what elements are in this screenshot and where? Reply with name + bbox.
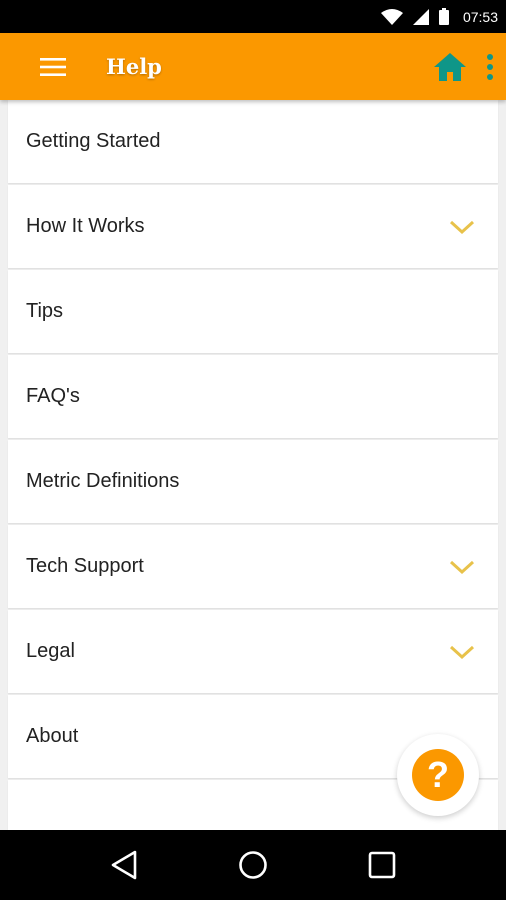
chevron-down-icon[interactable] (448, 557, 476, 577)
list-item-legal[interactable]: Legal (8, 610, 498, 693)
hamburger-menu-button[interactable] (28, 42, 78, 92)
home-circle-icon (239, 851, 267, 879)
list-item-tips[interactable]: Tips (8, 270, 498, 353)
question-icon: ? (412, 749, 464, 801)
list-item-label: FAQ's (26, 385, 80, 407)
list-item-metric-definitions[interactable]: Metric Definitions (8, 440, 498, 523)
list-item-tech-support[interactable]: Tech Support (8, 525, 498, 608)
list-item-how-it-works[interactable]: How It Works (8, 185, 498, 268)
list-item-label: Legal (26, 640, 75, 662)
chevron-down-icon[interactable] (448, 642, 476, 662)
battery-icon (438, 8, 449, 25)
back-icon (112, 850, 137, 880)
home-button[interactable] (428, 45, 472, 89)
help-fab-button[interactable]: ? (397, 734, 479, 816)
list-item-getting-started[interactable]: Getting Started (8, 100, 498, 183)
help-screen: 07:53 Help Getting Started How It Works … (0, 0, 506, 900)
page-title: Help (106, 54, 162, 79)
list-item-label: Getting Started (26, 130, 161, 152)
list-item-label: Metric Definitions (26, 470, 180, 492)
system-nav-bar (0, 830, 506, 900)
back-button[interactable] (96, 837, 152, 893)
help-topics-list: Getting Started How It Works Tips FAQ's … (0, 100, 506, 830)
fab-symbol: ? (427, 754, 449, 795)
list-item-label: Tips (26, 300, 64, 322)
status-time: 07:53 (462, 8, 498, 25)
app-bar: Help (0, 33, 506, 100)
overflow-menu-button[interactable] (478, 45, 502, 89)
hamburger-icon (40, 57, 66, 76)
status-bar: 07:53 (0, 0, 506, 33)
home-icon (434, 52, 466, 81)
recents-icon (368, 851, 395, 879)
list-item-label: Tech Support (26, 555, 144, 577)
more-vert-icon (487, 53, 493, 80)
recents-button[interactable] (354, 837, 410, 893)
home-nav-button[interactable] (225, 837, 281, 893)
chevron-down-icon[interactable] (448, 217, 476, 237)
wifi-icon (380, 8, 403, 25)
list-item-faqs[interactable]: FAQ's (8, 355, 498, 438)
signal-icon (412, 8, 429, 25)
list-item-label: How It Works (26, 215, 145, 237)
